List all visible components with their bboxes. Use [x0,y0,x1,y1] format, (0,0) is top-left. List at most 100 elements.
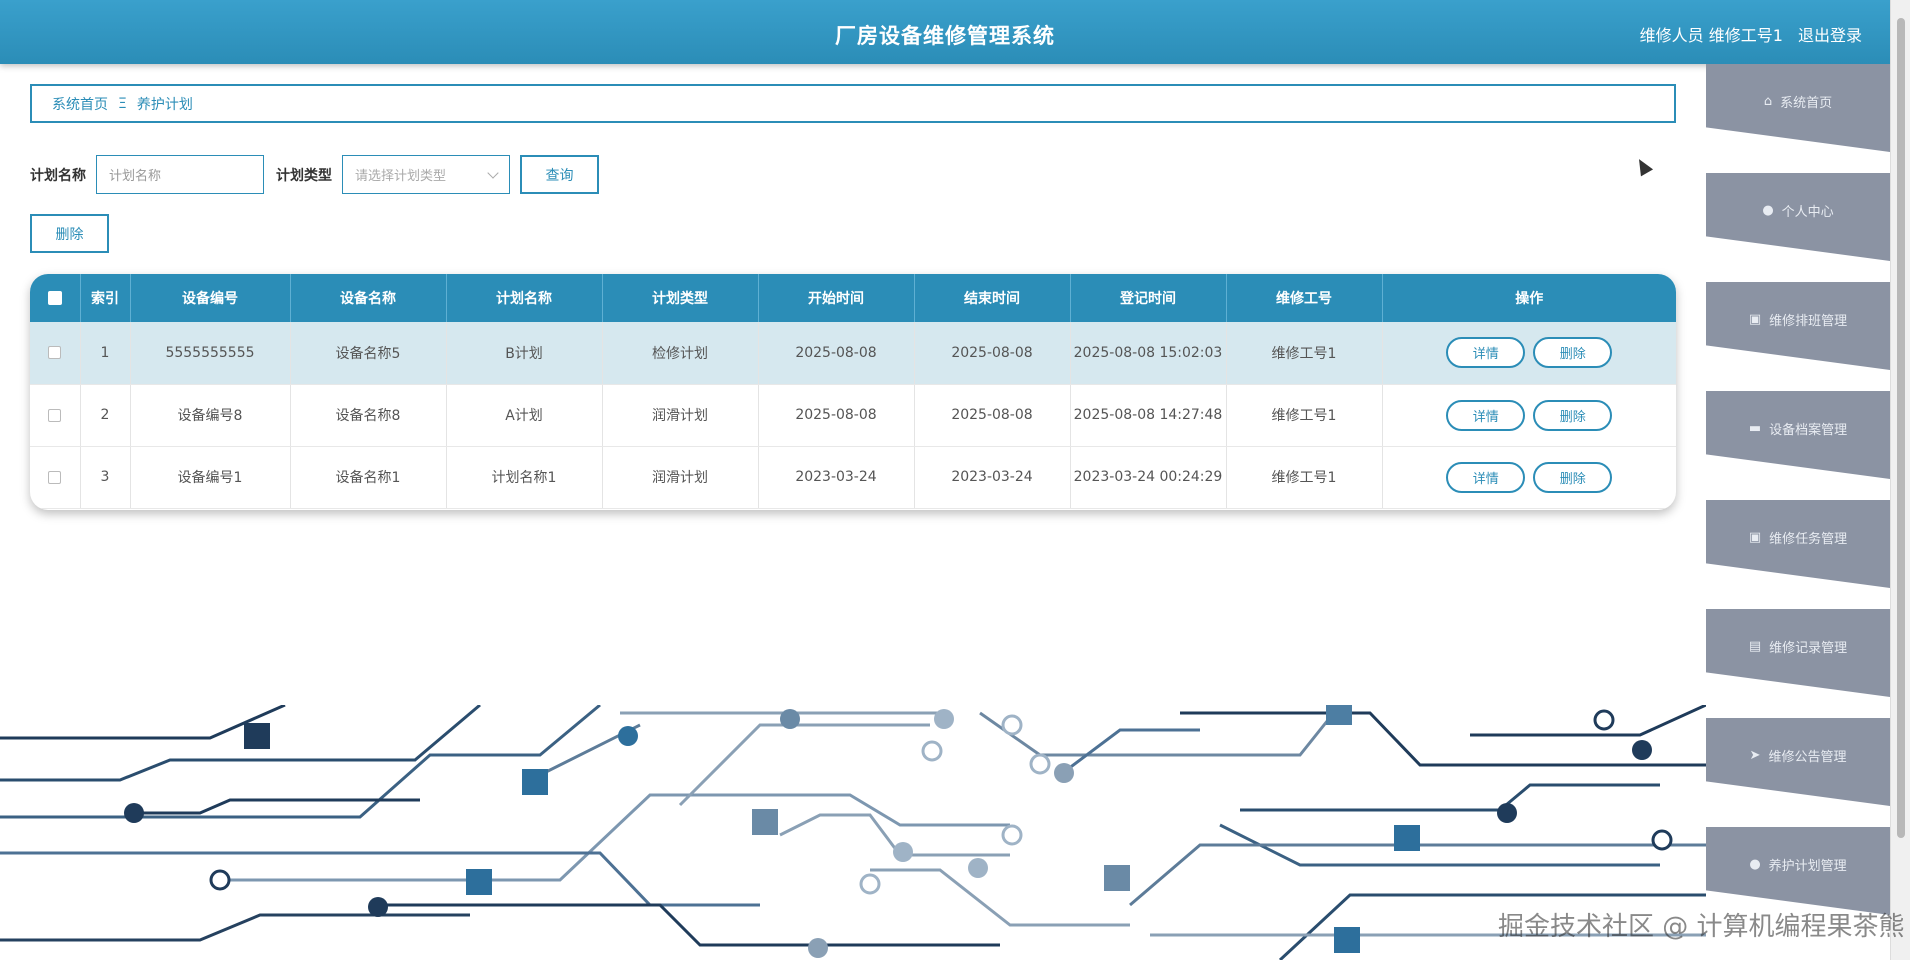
cell-device-no: 设备编号8 [130,384,291,447]
sidebar-item-device-archive[interactable]: ▬ 设备档案管理 [1706,391,1890,479]
sidebar-item-label: 个人中心 [1781,204,1834,220]
column-header: 结束时间 [914,274,1071,322]
cell-plan-name: B计划 [446,322,603,385]
cell-end: 2023-03-24 [914,446,1071,509]
sidebar-item-label: 系统首页 [1780,95,1833,111]
logout-link[interactable]: 退出登录 [1798,26,1862,45]
cell-actions: 详情 删除 [1382,384,1676,447]
sidebar-item-tasks[interactable]: ▣ 维修任务管理 [1706,500,1890,588]
chevron-down-icon [487,166,499,179]
plan-name-input[interactable]: 计划名称 [96,155,264,194]
detail-button[interactable]: 详情 [1446,399,1526,431]
user-icon: ● [1749,856,1761,872]
cell-end: 2025-08-08 [914,322,1071,385]
home-icon: ⌂ [1763,93,1773,109]
plan-type-select[interactable]: 请选择计划类型 [342,155,510,194]
cell-index: 1 [80,322,131,385]
breadcrumb-separator: Ξ [118,95,127,112]
sidebar-item-profile[interactable]: ● 个人中心 [1706,173,1890,261]
detail-button[interactable]: 详情 [1446,337,1526,369]
circuit-background [0,705,1706,960]
sidebar-item-records[interactable]: ▤ 维修记录管理 [1706,609,1890,697]
printer-icon: ▤ [1748,638,1762,654]
cell-index: 3 [80,446,131,509]
app-title: 厂房设备维修管理系统 [835,24,1055,48]
cell-device-name: 设备名称8 [290,384,447,447]
cell-device-no: 设备编号1 [130,446,291,509]
column-header: 设备编号 [130,274,291,322]
table-row[interactable]: 1 5555555555 设备名称5 B计划 检修计划 2025-08-08 2… [30,322,1676,385]
cell-plan-name: A计划 [446,384,603,447]
column-header: 计划类型 [602,274,759,322]
batch-delete-button[interactable]: 删除 [30,214,109,253]
cell-plan-type: 润滑计划 [602,384,759,447]
user-icon: ● [1762,202,1774,218]
breadcrumb-current: 养护计划 [136,96,193,113]
cell-index: 2 [80,384,131,447]
column-header: 登记时间 [1070,274,1227,322]
sidebar-item-maintenance-plan[interactable]: ● 养护计划管理 [1706,827,1890,915]
cell-start: 2023-03-24 [758,446,915,509]
top-header: 厂房设备维修管理系统 维修人员 维修工号1 退出登录 [0,0,1890,64]
delete-button[interactable]: 删除 [1533,337,1613,369]
plan-type-placeholder: 请选择计划类型 [355,169,447,184]
sidebar: ⌂ 系统首页 ● 个人中心 ▣ 维修排班管理 ▬ 设备档案管理 ▣ 维修任务管理 ▤ 维修记… [1706,64,1890,960]
cell-device-no: 5555555555 [130,322,291,385]
row-checkbox[interactable] [48,346,62,360]
breadcrumb-home[interactable]: 系统首页 [52,94,108,114]
query-button[interactable]: 查询 [520,155,599,194]
plan-type-label: 计划类型 [276,167,332,184]
search-bar: 计划名称 计划名称 计划类型 请选择计划类型 查询 [30,155,599,194]
mouse-cursor-icon [1632,155,1654,177]
clipboard-icon: ▣ [1748,311,1762,327]
plan-table: 索引 设备编号 设备名称 计划名称 计划类型 开始时间 结束时间 登记时间 维修… [30,274,1676,510]
row-checkbox[interactable] [48,408,62,422]
cell-start: 2025-08-08 [758,384,915,447]
sidebar-item-label: 维修任务管理 [1769,531,1848,547]
delete-button[interactable]: 删除 [1533,399,1613,431]
cell-device-name: 设备名称1 [290,446,447,509]
cell-start: 2025-08-08 [758,322,915,385]
sidebar-item-label: 维修公告管理 [1768,749,1847,765]
table-header-row: 索引 设备编号 设备名称 计划名称 计划类型 开始时间 结束时间 登记时间 维修… [30,274,1676,322]
table-row[interactable]: 3 设备编号1 设备名称1 计划名称1 润滑计划 2023-03-24 2023… [30,446,1676,509]
cell-registered: 2025-08-08 15:02:03 [1070,322,1227,385]
cell-plan-name: 计划名称1 [446,446,603,509]
row-checkbox[interactable] [48,470,62,484]
breadcrumb: 系统首页 Ξ 养护计划 [30,84,1676,123]
clipboard-icon: ▣ [1748,529,1762,545]
cell-worker: 维修工号1 [1226,384,1383,447]
column-header: 维修工号 [1226,274,1383,322]
plan-name-label: 计划名称 [30,167,86,184]
column-header: 开始时间 [758,274,915,322]
cell-registered: 2025-08-08 14:27:48 [1070,384,1227,447]
watermark: 掘金技术社区 @ 计算机编程果茶熊 [1498,912,1905,942]
sidebar-item-home[interactable]: ⌂ 系统首页 [1706,64,1890,152]
cell-plan-type: 润滑计划 [602,446,759,509]
select-all-cell [30,274,81,322]
column-header: 索引 [80,274,131,322]
select-all-checkbox[interactable] [47,291,62,305]
column-header: 设备名称 [290,274,447,322]
cell-plan-type: 检修计划 [602,322,759,385]
cell-worker: 维修工号1 [1226,446,1383,509]
sidebar-item-notices[interactable]: ➤ 维修公告管理 [1706,718,1890,806]
column-header: 计划名称 [446,274,603,322]
sidebar-item-label: 维修排班管理 [1769,313,1848,329]
scrollbar-thumb[interactable] [1897,18,1905,838]
send-icon: ➤ [1749,747,1761,763]
delete-button[interactable]: 删除 [1533,461,1613,493]
sidebar-item-schedule[interactable]: ▣ 维修排班管理 [1706,282,1890,370]
cell-device-name: 设备名称5 [290,322,447,385]
cell-actions: 详情 删除 [1382,446,1676,509]
cell-actions: 详情 删除 [1382,322,1676,385]
vertical-scrollbar[interactable] [1890,0,1910,960]
sidebar-item-label: 养护计划管理 [1768,858,1847,874]
detail-button[interactable]: 详情 [1446,461,1526,493]
sidebar-item-label: 设备档案管理 [1769,422,1848,438]
current-user: 维修人员 维修工号1 [1639,26,1783,45]
cell-registered: 2023-03-24 00:24:29 [1070,446,1227,509]
user-area: 维修人员 维修工号1 退出登录 [1630,22,1862,46]
table-row[interactable]: 2 设备编号8 设备名称8 A计划 润滑计划 2025-08-08 2025-0… [30,384,1676,447]
column-header: 操作 [1515,291,1544,307]
